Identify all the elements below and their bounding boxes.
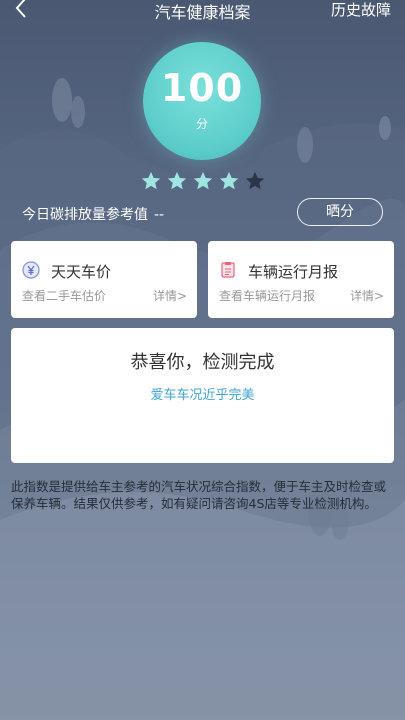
history-faults-link[interactable]: 历史故障 [331, 0, 391, 20]
share-score-button[interactable]: 晒分 [297, 198, 383, 226]
carbon-emission-row: 今日碳排放量参考值 -- [22, 204, 164, 224]
monthly-report-title: 车辆运行月报 [248, 263, 339, 281]
result-title: 恭喜你，检测完成 [130, 352, 275, 373]
carbon-label: 今日碳排放量参考值 [22, 207, 148, 223]
rating-stars [140, 170, 270, 192]
star-icon [245, 171, 265, 190]
star-icon [141, 171, 161, 190]
star-icon [193, 171, 213, 190]
car-price-details-link[interactable]: 详情> [153, 287, 187, 304]
carbon-value: -- [154, 207, 165, 223]
inspection-result-card: 恭喜你，检测完成 爱车车况近乎完美 [11, 328, 394, 463]
score-circle: 100 分 [143, 42, 261, 160]
score-unit: 分 [195, 117, 208, 131]
monthly-report-subtitle: 查看车辆运行月报 [219, 289, 316, 303]
monthly-report-card[interactable]: 车辆运行月报 查看车辆运行月报 详情> [208, 241, 394, 318]
page: 汽车健康档案 历史故障 100 分 今日碳排放量参考值 -- 晒分 天天车价 查看… [0, 0, 405, 720]
score-value: 100 [160, 66, 244, 110]
star-icon [219, 171, 239, 190]
yuan-icon [22, 261, 40, 279]
result-subtitle: 爱车车况近乎完美 [150, 388, 255, 403]
monthly-report-details-link[interactable]: 详情> [350, 287, 384, 304]
disclaimer-text: 此指数是提供给车主参考的汽车状况综合指数，便于车主及时检查或保养车辆。结果仅供参… [11, 479, 387, 511]
car-price-subtitle: 查看二手车估价 [22, 289, 107, 303]
car-price-title: 天天车价 [51, 263, 112, 281]
top-bar: 汽车健康档案 历史故障 [0, 0, 405, 22]
car-price-card[interactable]: 天天车价 查看二手车估价 详情> [11, 241, 197, 318]
star-icon [167, 171, 187, 190]
report-icon [221, 262, 235, 278]
